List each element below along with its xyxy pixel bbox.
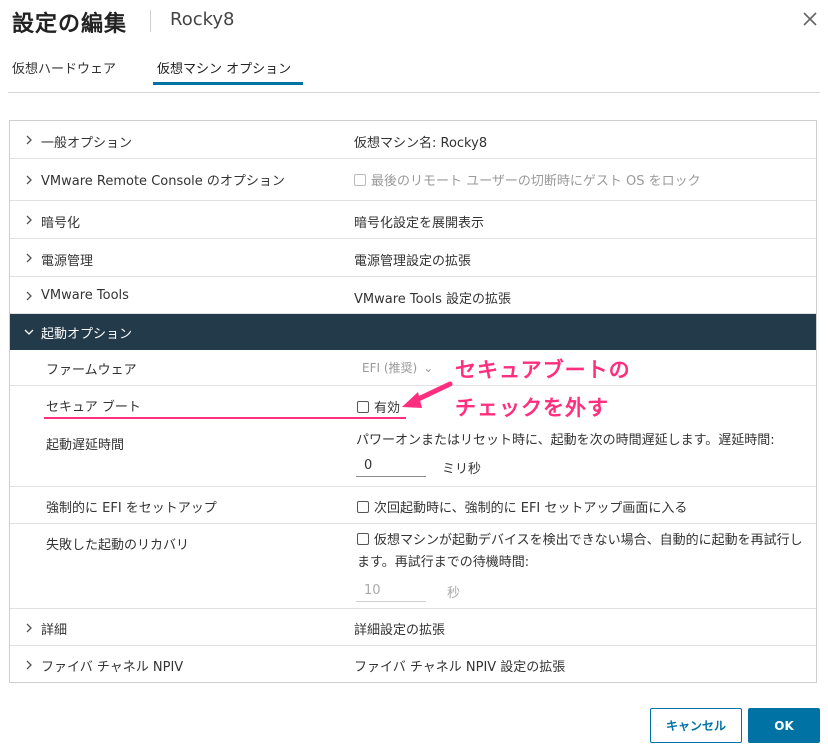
row-advanced[interactable]: 詳細 詳細設定の拡張 — [10, 609, 816, 646]
secure-boot-checkbox-label: 有効 — [374, 401, 401, 416]
failed-boot-unit: 秒 — [447, 586, 461, 601]
firmware-select-value: EFI (推奨) — [362, 361, 418, 375]
boot-delay-unit: ミリ秒 — [442, 462, 482, 477]
vm-name: Rocky8 — [170, 9, 235, 30]
row-label: ファームウェア — [46, 363, 137, 378]
row-label: 詳細 — [41, 623, 68, 638]
chevron-right-icon[interactable] — [24, 215, 34, 225]
boot-delay-input[interactable] — [356, 455, 426, 477]
annotation-text-line1: セキュアブートの — [455, 358, 631, 382]
failed-boot-checkbox[interactable] — [357, 533, 369, 545]
chevron-down-icon: ⌄ — [423, 361, 434, 375]
row-label: 失敗した起動のリカバリ — [46, 538, 190, 553]
row-label: VMware Remote Console のオプション — [41, 174, 285, 189]
vmrc-lock-label: 最後のリモート ユーザーの切断時にゲスト OS をロック — [371, 174, 701, 189]
force-efi-checkbox[interactable] — [357, 501, 369, 513]
row-label: ファイバ チャネル NPIV — [41, 660, 184, 675]
failed-boot-wait-input[interactable] — [356, 580, 426, 602]
force-efi-option[interactable]: 次回起動時に、強制的に EFI セットアップ画面に入る — [357, 497, 687, 516]
row-encryption[interactable]: 暗号化 暗号化設定を展開表示 — [10, 201, 816, 239]
row-value: 暗号化設定を展開表示 — [354, 216, 485, 231]
chevron-right-icon[interactable] — [24, 291, 34, 301]
boot-delay-description: パワーオンまたはリセット時に、起動を次の時間遅延します。遅延時間: — [356, 433, 775, 448]
chevron-right-icon[interactable] — [24, 135, 34, 145]
annotation-underline — [44, 417, 406, 419]
annotation-arrow-icon — [402, 381, 453, 408]
row-value: VMware Tools 設定の拡張 — [354, 292, 512, 307]
row-vmrc-options[interactable]: VMware Remote Console のオプション 最後のリモート ユーザ… — [10, 159, 816, 201]
row-failed-boot-recovery: 失敗した起動のリカバリ 仮想マシンが起動デバイスを検出できない場合、自動的に起動… — [10, 524, 816, 609]
secure-boot-option[interactable]: 有効 — [357, 397, 400, 416]
row-boot-delay: 起動遅延時間 パワーオンまたはリセット時に、起動を次の時間遅延します。遅延時間:… — [10, 424, 816, 487]
chevron-right-icon[interactable] — [24, 175, 34, 185]
close-icon[interactable] — [800, 9, 820, 29]
vmrc-lock-option: 最後のリモート ユーザーの切断時にゲスト OS をロック — [354, 170, 701, 189]
force-efi-checkbox-label: 次回起動時に、強制的に EFI セットアップ画面に入る — [374, 501, 688, 516]
row-label: 暗号化 — [41, 216, 81, 231]
row-label: 電源管理 — [41, 254, 94, 269]
row-value: 仮想マシン名: Rocky8 — [354, 136, 488, 151]
firmware-select[interactable]: EFI (推奨) ⌄ — [362, 359, 433, 376]
row-boot-options[interactable]: 起動オプション — [10, 314, 816, 350]
failed-boot-option[interactable]: 仮想マシンが起動デバイスを検出できない場合、自動的に起動を再試行します。再試行ま… — [357, 530, 807, 574]
row-value: ファイバ チャネル NPIV 設定の拡張 — [354, 660, 566, 675]
tab-vm-options[interactable]: 仮想マシン オプション — [157, 58, 291, 77]
row-label: 起動オプション — [41, 327, 133, 342]
chevron-right-icon[interactable] — [24, 623, 34, 633]
row-label: 一般オプション — [41, 136, 133, 151]
active-tab-indicator — [153, 82, 303, 85]
failed-boot-description: 仮想マシンが起動デバイスを検出できない場合、自動的に起動を再試行します。再試行ま… — [357, 533, 803, 570]
tab-bar-divider — [8, 92, 820, 93]
dialog-title: 設定の編集 — [12, 12, 128, 37]
row-value: 電源管理設定の拡張 — [354, 254, 472, 269]
chevron-right-icon[interactable] — [24, 660, 34, 670]
annotation-text-line2: チェックを外す — [455, 396, 609, 420]
row-force-efi-setup: 強制的に EFI をセットアップ 次回起動時に、強制的に EFI セットアップ画… — [10, 487, 816, 524]
chevron-right-icon[interactable] — [24, 253, 34, 263]
row-label: 起動遅延時間 — [46, 438, 125, 453]
tab-virtual-hardware[interactable]: 仮想ハードウェア — [12, 58, 116, 77]
row-label: 強制的に EFI をセットアップ — [46, 501, 217, 516]
row-vmware-tools[interactable]: VMware Tools VMware Tools 設定の拡張 — [10, 277, 816, 314]
row-value: 詳細設定の拡張 — [354, 623, 446, 638]
cancel-button[interactable]: キャンセル — [650, 708, 742, 743]
row-label: VMware Tools — [41, 288, 129, 303]
ok-button[interactable]: OK — [748, 708, 820, 743]
title-separator — [150, 10, 151, 32]
row-general-options[interactable]: 一般オプション 仮想マシン名: Rocky8 — [10, 121, 816, 159]
secure-boot-checkbox[interactable] — [357, 401, 369, 413]
row-power-management[interactable]: 電源管理 電源管理設定の拡張 — [10, 239, 816, 277]
row-fibre-channel-npiv[interactable]: ファイバ チャネル NPIV ファイバ チャネル NPIV 設定の拡張 — [10, 646, 816, 682]
vmrc-lock-checkbox — [354, 174, 366, 186]
row-label: セキュア ブート — [46, 400, 141, 415]
chevron-down-icon[interactable] — [24, 327, 34, 337]
